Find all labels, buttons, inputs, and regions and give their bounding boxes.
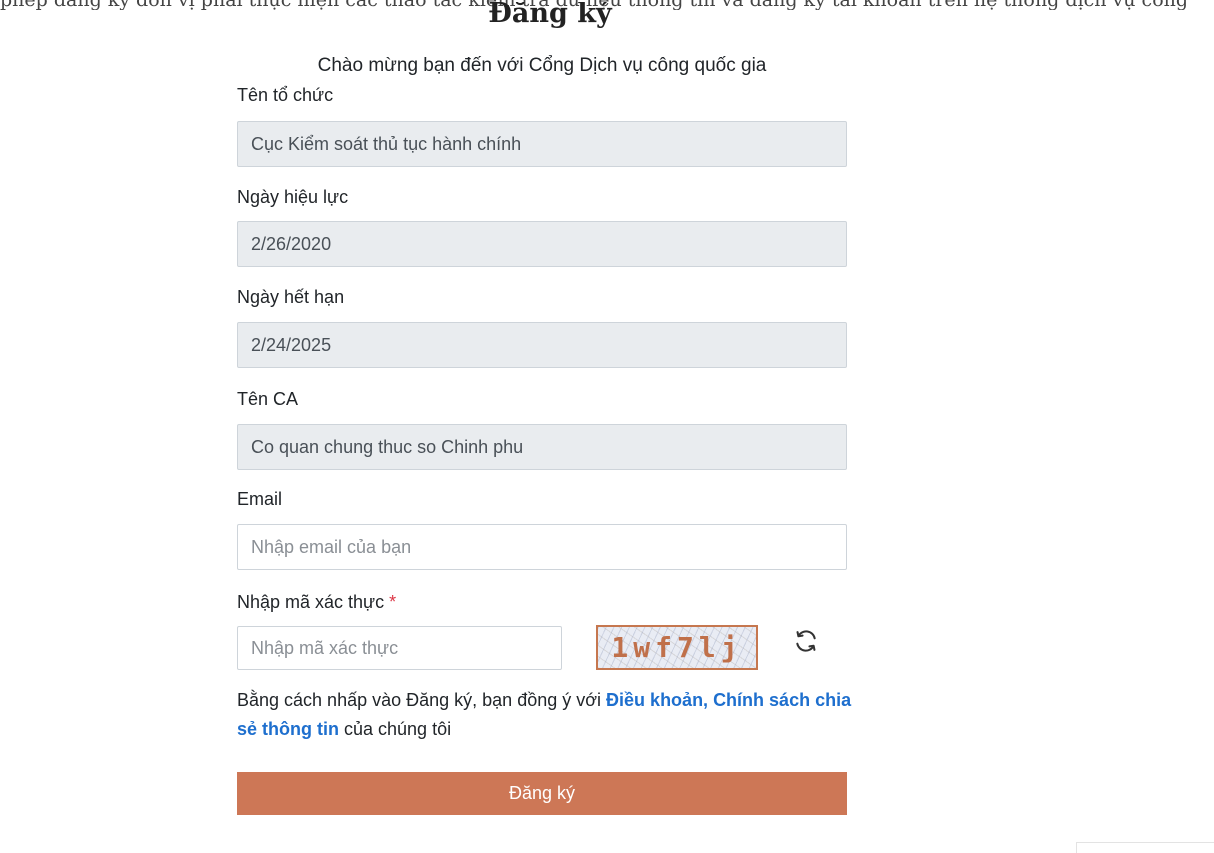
email-input[interactable] bbox=[237, 524, 847, 570]
register-button[interactable]: Đăng ký bbox=[237, 772, 847, 815]
terms-prefix: Bằng cách nhấp vào Đăng ký, bạn đồng ý v… bbox=[237, 690, 607, 710]
ca-name-field: Co quan chung thuc so Chinh phu bbox=[237, 424, 847, 470]
required-mark: * bbox=[389, 592, 397, 612]
welcome-text: Chào mừng bạn đến với Cổng Dịch vụ công … bbox=[317, 55, 767, 76]
captcha-input[interactable] bbox=[237, 626, 562, 670]
captcha-label-text: Nhập mã xác thực bbox=[237, 592, 385, 612]
ca-name-label: Tên CA bbox=[237, 389, 299, 409]
corner-widget bbox=[1076, 842, 1214, 853]
email-label: Email bbox=[237, 489, 283, 509]
refresh-icon[interactable] bbox=[793, 628, 819, 654]
expiry-date-label: Ngày hết hạn bbox=[237, 287, 345, 307]
expiry-date-field: 2/24/2025 bbox=[237, 322, 847, 368]
captcha-image-text: 1wf7lj bbox=[611, 631, 743, 664]
org-name-field: Cục Kiểm soát thủ tục hành chính bbox=[237, 121, 847, 167]
effective-date-field: 2/26/2020 bbox=[237, 221, 847, 267]
terms-text: Bằng cách nhấp vào Đăng ký, bạn đồng ý v… bbox=[237, 686, 857, 744]
captcha-image: 1wf7lj bbox=[596, 625, 758, 670]
org-name-label: Tên tổ chức bbox=[237, 85, 334, 105]
page-title: Đăng ký bbox=[488, 2, 612, 28]
captcha-label: Nhập mã xác thực * bbox=[237, 592, 396, 613]
effective-date-label: Ngày hiệu lực bbox=[237, 187, 349, 207]
terms-suffix: của chúng tôi bbox=[339, 719, 452, 739]
